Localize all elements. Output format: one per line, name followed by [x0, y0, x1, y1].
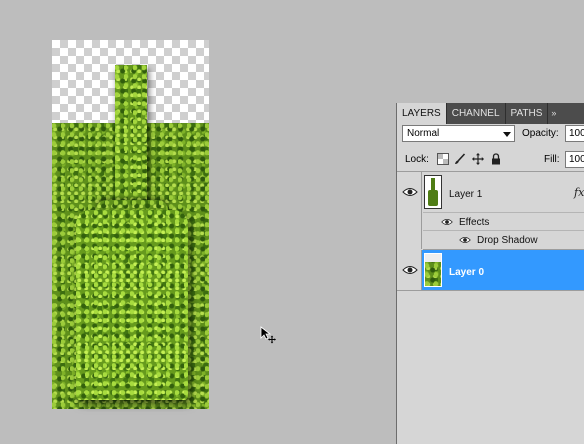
document-canvas[interactable] — [52, 40, 209, 409]
layer-name-label: Layer 1 — [449, 189, 483, 200]
thumbnail-transparent-area — [425, 254, 441, 262]
thumbnail-bottle-body — [428, 190, 438, 206]
thumbnail-bottle-neck — [431, 178, 435, 190]
layer-name-label: Layer 0 — [449, 267, 485, 278]
panel-tab-bar: LAYERS CHANNEL PATHS » — [397, 103, 584, 124]
row-separator — [421, 212, 422, 249]
panel-menu-icon[interactable]: » — [548, 103, 559, 124]
layer-row-layer-0[interactable]: Layer 0 — [397, 250, 584, 291]
drop-shadow-label: Drop Shadow — [477, 235, 538, 246]
effects-visibility-eye-icon[interactable] — [441, 217, 453, 227]
visibility-eye-icon[interactable] — [402, 186, 418, 198]
layer-0-name-area: Layer 0 — [443, 250, 584, 290]
layer-1-bottle-shape — [52, 40, 209, 409]
drop-shadow-visibility-eye-icon[interactable] — [459, 235, 471, 245]
layers-panel: LAYERS CHANNEL PATHS » Normal Opacity: 1… — [396, 103, 584, 444]
blend-mode-select[interactable]: Normal — [402, 125, 515, 142]
effects-row[interactable]: Effects — [423, 212, 584, 231]
bottle-neck — [115, 65, 147, 215]
chevron-down-icon — [503, 132, 511, 137]
blend-mode-value: Normal — [407, 128, 440, 139]
opacity-label: Opacity: — [522, 128, 559, 139]
lock-move-icon[interactable] — [472, 153, 484, 165]
lock-brush-icon[interactable] — [454, 153, 466, 165]
tab-paths[interactable]: PATHS — [506, 103, 549, 124]
bottle-body — [76, 210, 188, 400]
effects-label: Effects — [459, 217, 490, 228]
lock-transparent-icon[interactable] — [437, 153, 449, 165]
row-separator — [421, 172, 422, 212]
lock-label: Lock: — [405, 154, 429, 165]
layer-0-thumbnail — [424, 253, 442, 287]
tab-layers[interactable]: LAYERS — [397, 103, 447, 124]
drop-shadow-effect-row[interactable]: Drop Shadow — [423, 230, 584, 250]
fill-label: Fill: — [544, 154, 560, 165]
layer-1-thumbnail — [424, 175, 442, 209]
move-cursor-icon — [260, 326, 276, 344]
opacity-input[interactable]: 100 — [565, 125, 584, 142]
fx-badge[interactable]: fx — [574, 186, 584, 199]
lock-all-icon[interactable] — [490, 153, 502, 165]
layer-row-layer-1[interactable]: Layer 1 fx — [397, 172, 584, 212]
fill-input[interactable]: 100 — [565, 151, 584, 168]
visibility-eye-icon[interactable] — [402, 264, 418, 276]
tab-channels[interactable]: CHANNEL — [447, 103, 506, 124]
